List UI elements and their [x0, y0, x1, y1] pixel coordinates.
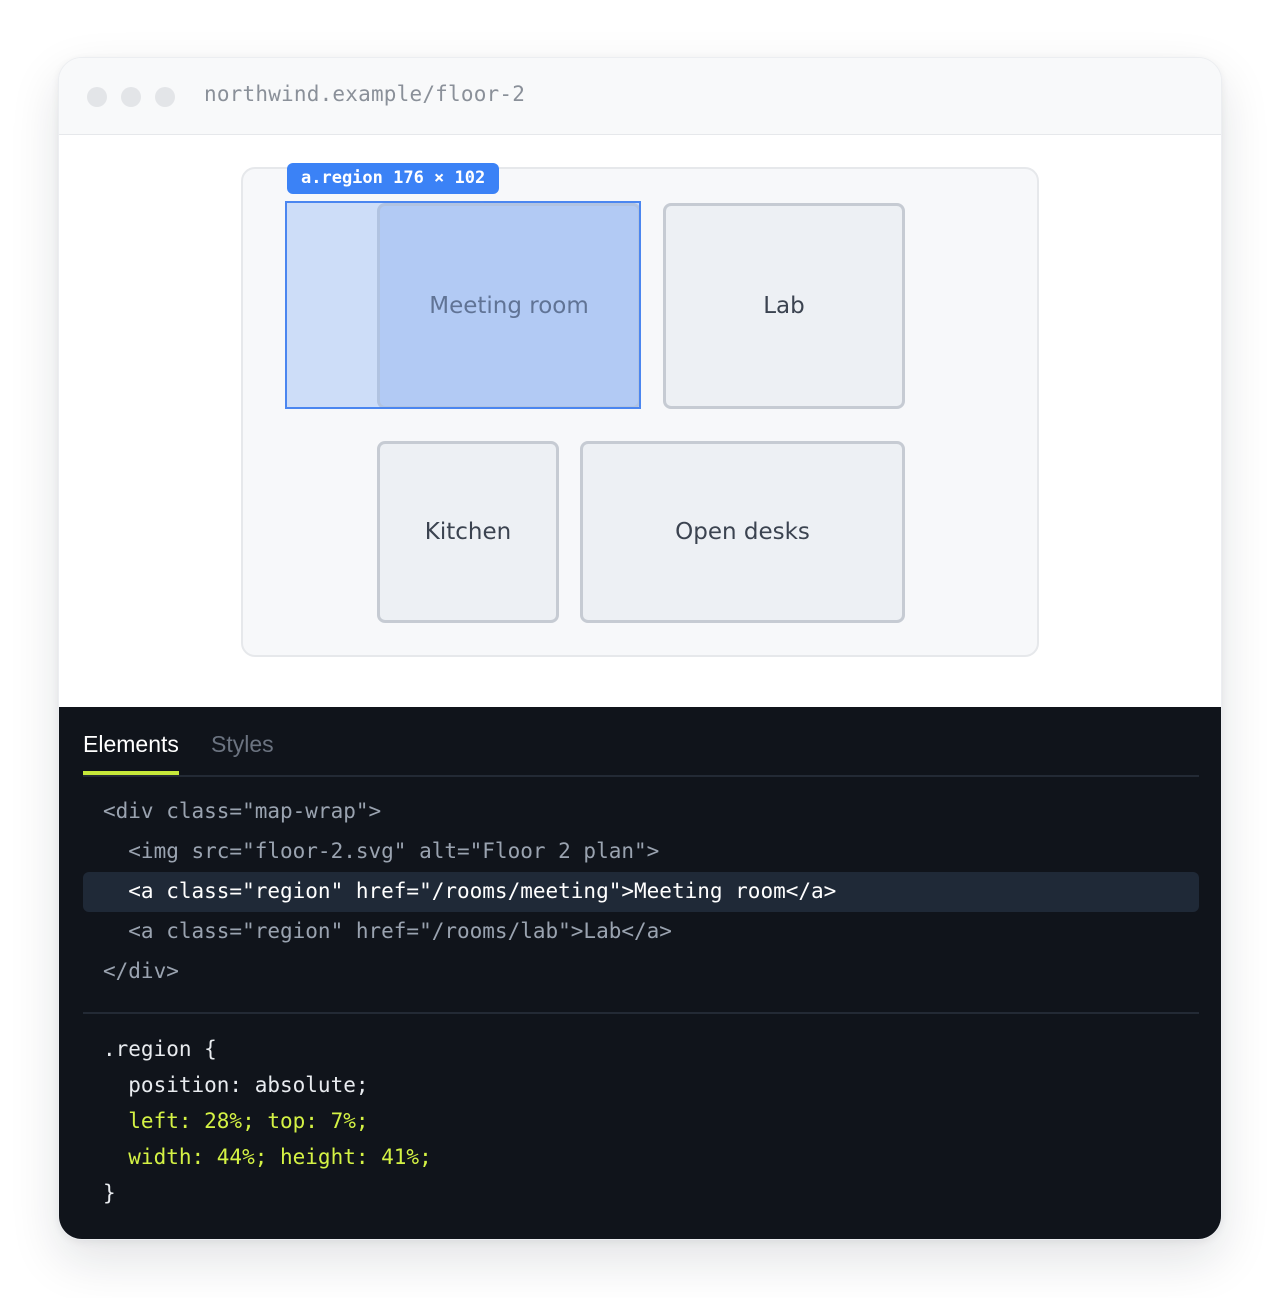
window-close-dot-icon[interactable]: [87, 87, 107, 107]
window-maximize-dot-icon[interactable]: [155, 87, 175, 107]
dom-node-line[interactable]: </div>: [103, 959, 179, 983]
page-viewport: Meeting room Lab Kitchen Open desks a.re…: [59, 135, 1221, 707]
dom-tree: <div class="map-wrap"> <img src="floor-2…: [103, 799, 836, 983]
address-bar-url[interactable]: northwind.example/floor-2: [204, 82, 525, 106]
css-declaration-highlighted[interactable]: left: 28%; top: 7%;: [103, 1109, 368, 1133]
css-declaration[interactable]: position: absolute;: [103, 1073, 368, 1097]
css-declaration-highlighted[interactable]: width: 44%; height: 41%;: [103, 1145, 431, 1169]
devtools-panel: Elements Styles <div class="map-wrap"> <…: [59, 707, 1221, 1239]
inspect-tooltip: a.region 176 × 102: [287, 163, 500, 194]
inspect-highlight-overlay: [285, 201, 641, 409]
region-open-desks[interactable]: Open desks: [580, 441, 905, 623]
css-rule-close: }: [103, 1181, 116, 1205]
tab-styles[interactable]: Styles: [211, 731, 274, 758]
title-bar: northwind.example/floor-2: [59, 58, 1221, 135]
active-tab-indicator: [83, 771, 179, 775]
dom-node-line-selected[interactable]: <a class="region" href="/rooms/meeting">…: [103, 879, 836, 903]
window-minimize-dot-icon[interactable]: [121, 87, 141, 107]
css-rule-selector[interactable]: .region {: [103, 1037, 217, 1061]
browser-window: northwind.example/floor-2 Meeting room L…: [58, 57, 1222, 1240]
dom-node-line[interactable]: <img src="floor-2.svg" alt="Floor 2 plan…: [103, 839, 659, 863]
dom-node-line[interactable]: <a class="region" href="/rooms/lab">Lab<…: [103, 919, 672, 943]
region-lab[interactable]: Lab: [663, 203, 905, 409]
tab-elements[interactable]: Elements: [83, 731, 179, 758]
panel-divider: [83, 1012, 1199, 1014]
dom-node-line[interactable]: <div class="map-wrap">: [103, 799, 381, 823]
devtools-tabs: Elements Styles: [83, 707, 1199, 777]
region-kitchen[interactable]: Kitchen: [377, 441, 559, 623]
